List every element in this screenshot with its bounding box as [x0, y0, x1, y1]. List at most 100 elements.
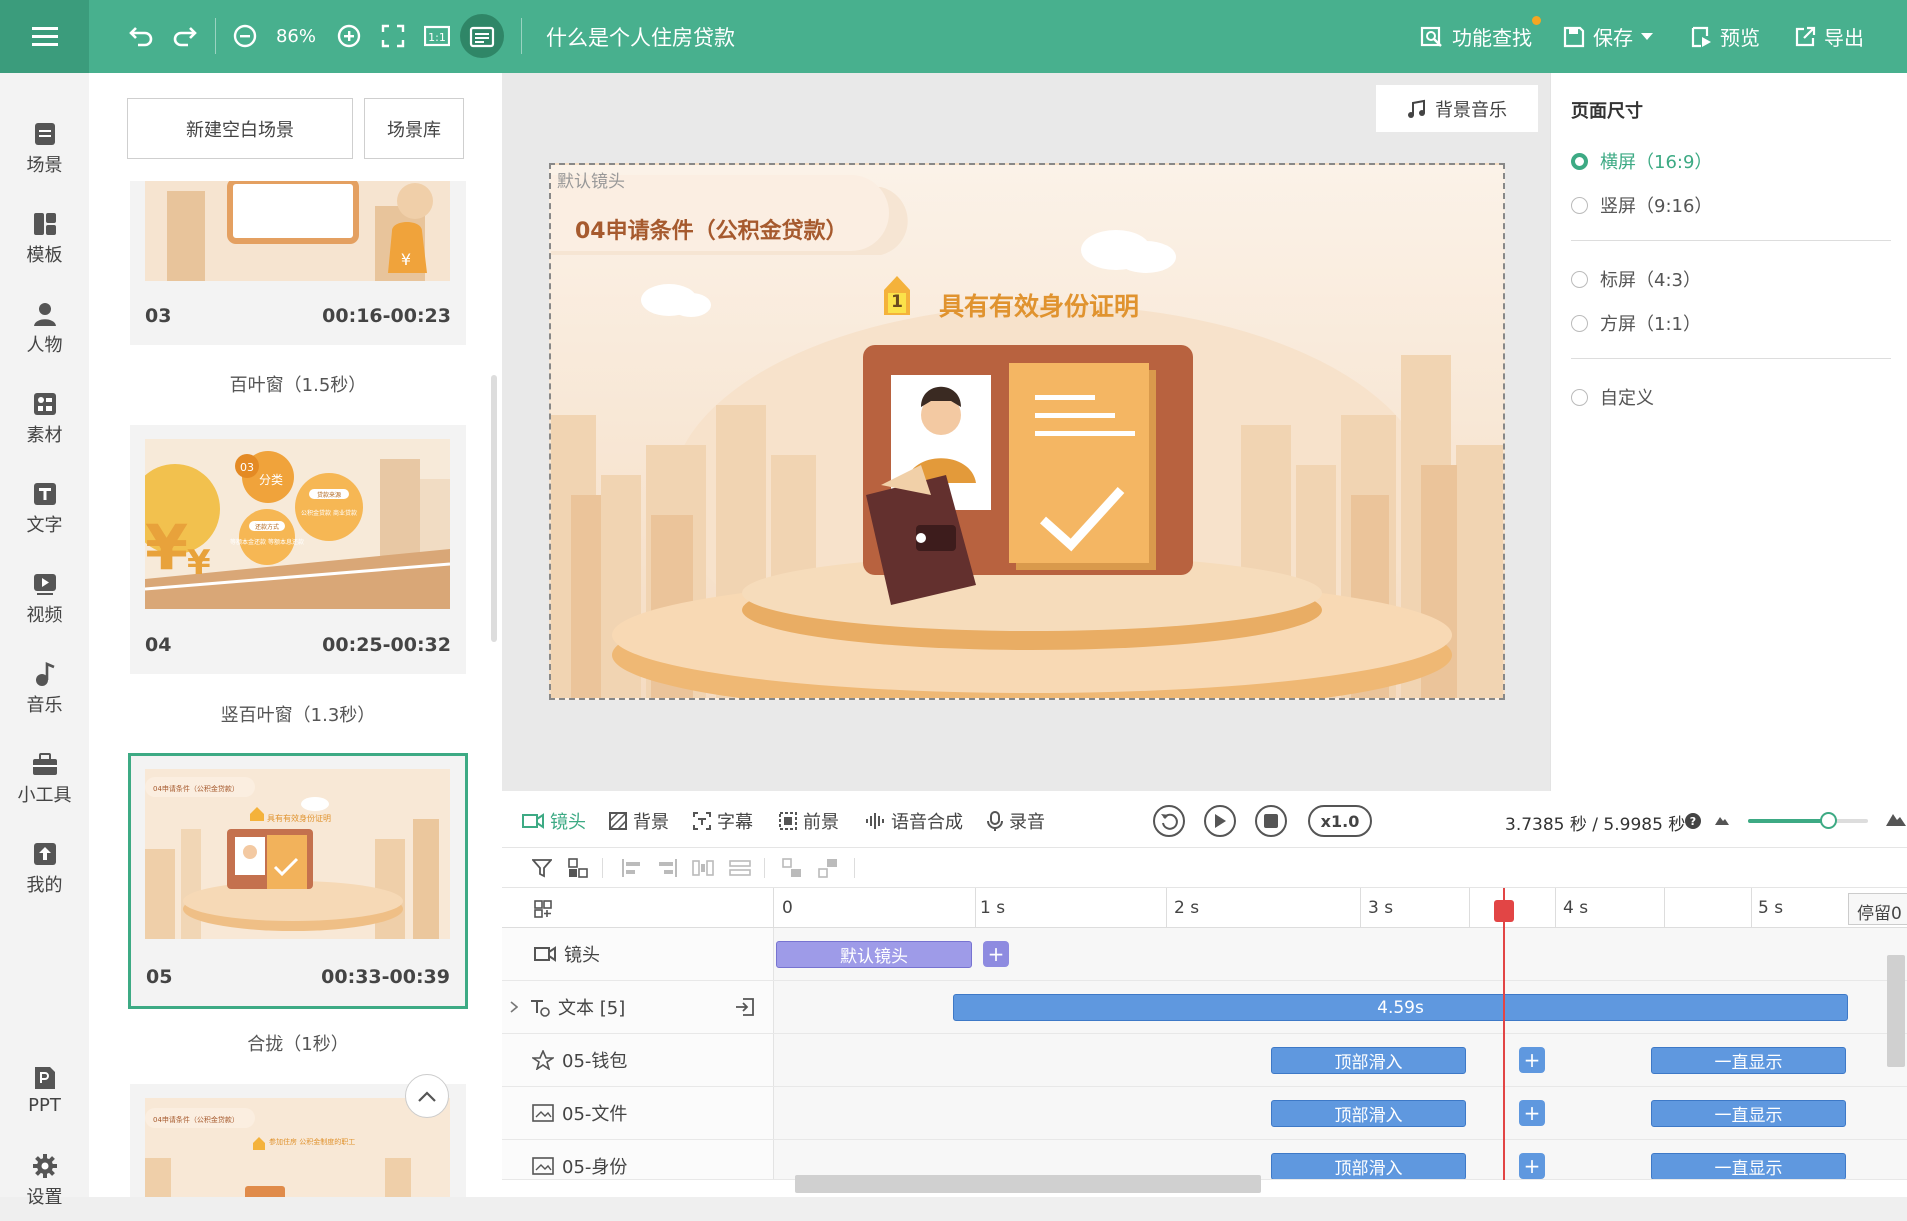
- scene-time-range: 00:25-00:32: [322, 634, 451, 656]
- redo-button[interactable]: [168, 18, 202, 54]
- nav-item-video[interactable]: 视频: [0, 559, 89, 639]
- replay-button[interactable]: [1153, 805, 1185, 837]
- move-up-icon[interactable]: [782, 858, 802, 878]
- caret-down-icon: [1641, 32, 1653, 40]
- subtitle-toggle-button[interactable]: [460, 14, 504, 58]
- distribute-h-icon[interactable]: [692, 858, 714, 878]
- scene-stage[interactable]: 默认镜头 04申请条件（公积金贷款） 1 具有有效身份证明: [549, 163, 1505, 700]
- nav-item-tools[interactable]: 小工具: [0, 739, 89, 819]
- zoom-large-mountain-icon[interactable]: [1886, 812, 1906, 826]
- timeline-zoom-slider[interactable]: [1748, 812, 1868, 829]
- move-down-icon[interactable]: [818, 858, 838, 878]
- playhead-handle[interactable]: [1494, 900, 1514, 922]
- waveform-icon: [866, 813, 884, 829]
- scene-subtitle-text[interactable]: 具有有效身份证明: [939, 287, 1139, 323]
- zoom-small-mountain-icon[interactable]: [1715, 815, 1729, 825]
- group-icon[interactable]: [568, 858, 588, 878]
- tab-tts[interactable]: 语音合成: [865, 808, 963, 834]
- tab-foreground[interactable]: 前景: [779, 808, 839, 834]
- timeline-vertical-scrollbar[interactable]: [1887, 955, 1905, 1067]
- music-note-icon: [1408, 99, 1425, 118]
- svg-text:公积金贷款 商业贷款: 公积金贷款 商业贷款: [301, 509, 357, 517]
- scene-transition[interactable]: 竖百叶窗（1.3秒）: [130, 701, 466, 727]
- stay-duration-label[interactable]: 停留0: [1848, 893, 1907, 925]
- chevron-right-icon[interactable]: [510, 1001, 518, 1013]
- feature-search-button[interactable]: 功能查找: [1420, 16, 1541, 51]
- fullscreen-button[interactable]: [376, 18, 410, 54]
- size-option-custom[interactable]: 自定义: [1571, 384, 1654, 410]
- size-option-square[interactable]: 方屏（1:1）: [1571, 310, 1701, 336]
- filter-icon[interactable]: [532, 858, 552, 878]
- size-option-portrait[interactable]: 竖屏（9:16）: [1571, 192, 1712, 218]
- nav-item-ppt[interactable]: PPT: [0, 1051, 89, 1131]
- zoom-in-button[interactable]: [332, 18, 366, 54]
- time-ruler[interactable]: 0 1 s 2 s 3 s 4 s 5 s 停留0: [502, 888, 1907, 928]
- play-button[interactable]: [1204, 805, 1236, 837]
- scroll-to-top-button[interactable]: [405, 1074, 449, 1118]
- scene-card-03[interactable]: ¥ 03 00:16-00:23: [130, 181, 466, 345]
- nav-item-label: 人物: [26, 334, 63, 356]
- nav-item-music[interactable]: 音乐: [0, 649, 89, 729]
- scene-title-text[interactable]: 04申请条件（公积金贷款）: [575, 213, 848, 245]
- zoom-out-button[interactable]: [228, 18, 262, 54]
- animation-clip-slide-in[interactable]: 顶部滑入: [1271, 1100, 1466, 1127]
- playhead-line[interactable]: [1503, 888, 1505, 1180]
- animation-clip-slide-in[interactable]: 顶部滑入: [1271, 1047, 1466, 1074]
- nav-item-material[interactable]: 素材: [0, 379, 89, 459]
- align-left-icon[interactable]: [622, 858, 642, 878]
- caption-icon: [693, 812, 711, 830]
- add-camera-button[interactable]: +: [983, 941, 1009, 967]
- slider-handle[interactable]: [1820, 812, 1837, 829]
- timeline-horizontal-scrollbar[interactable]: [795, 1175, 1261, 1193]
- music-icon: [35, 661, 55, 686]
- tab-subtitle[interactable]: 字幕: [693, 808, 753, 834]
- scene-library-button[interactable]: 场景库: [364, 98, 464, 159]
- stop-button[interactable]: [1255, 805, 1287, 837]
- nav-item-text[interactable]: 文字: [0, 469, 89, 549]
- import-icon[interactable]: [735, 997, 755, 1017]
- text-clip[interactable]: 4.59s: [953, 994, 1848, 1021]
- size-option-landscape[interactable]: 横屏（16:9）: [1571, 148, 1712, 174]
- size-option-standard[interactable]: 标屏（4:3）: [1571, 266, 1701, 292]
- playback-speed-button[interactable]: x1.0: [1308, 805, 1372, 837]
- track-label: 05-钱包: [502, 1034, 774, 1086]
- help-icon[interactable]: ?: [1685, 813, 1701, 829]
- tab-camera[interactable]: 镜头: [522, 808, 586, 834]
- add-animation-button[interactable]: +: [1519, 1100, 1545, 1126]
- material-icon: [33, 392, 56, 415]
- nav-item-scene[interactable]: 场景: [0, 109, 89, 189]
- menu-button[interactable]: [0, 0, 89, 73]
- animation-clip-always-show[interactable]: 一直显示: [1651, 1100, 1846, 1127]
- align-right-icon[interactable]: [657, 858, 677, 878]
- nav-item-template[interactable]: 模板: [0, 199, 89, 279]
- export-button[interactable]: 导出: [1794, 22, 1864, 51]
- animation-clip-always-show[interactable]: 一直显示: [1651, 1153, 1846, 1179]
- background-music-button[interactable]: 背景音乐: [1376, 85, 1538, 132]
- toolbox-icon: [32, 752, 57, 775]
- scene-card-05[interactable]: 04申请条件（公积金贷款） 具有有效身份证明 05 00:33-00:39: [128, 753, 468, 1009]
- save-button[interactable]: 保存: [1563, 22, 1653, 51]
- panel-scrollbar[interactable]: [491, 375, 497, 642]
- camera-clip[interactable]: 默认镜头: [776, 941, 972, 968]
- scene-card-04[interactable]: ¥ ¥ 03 分类 贷款来源 公积金贷款 商业贷款 还款方式 等额本金还款 等额…: [130, 425, 466, 674]
- nav-item-settings[interactable]: 设置: [0, 1141, 89, 1221]
- track-layout-icon[interactable]: [534, 900, 552, 918]
- scene-transition[interactable]: 合拢（1秒）: [130, 1030, 466, 1056]
- scene-transition[interactable]: 百叶窗（1.5秒）: [130, 371, 466, 397]
- preview-button[interactable]: 预览: [1690, 22, 1760, 51]
- undo-button[interactable]: [124, 18, 158, 54]
- distribute-v-icon[interactable]: [729, 858, 751, 878]
- new-blank-scene-button[interactable]: 新建空白场景: [127, 98, 353, 159]
- scene-time-range: 00:16-00:23: [322, 305, 451, 327]
- tab-background[interactable]: 背景: [609, 808, 669, 834]
- add-animation-button[interactable]: +: [1519, 1153, 1545, 1179]
- animation-clip-slide-in[interactable]: 顶部滑入: [1271, 1153, 1466, 1179]
- tab-record[interactable]: 录音: [987, 808, 1045, 834]
- nav-item-character[interactable]: 人物: [0, 289, 89, 369]
- actual-size-button[interactable]: 1:1: [420, 18, 454, 54]
- zoom-out-icon: [233, 24, 257, 48]
- scene-number: 04: [145, 634, 172, 656]
- animation-clip-always-show[interactable]: 一直显示: [1651, 1047, 1846, 1074]
- add-animation-button[interactable]: +: [1519, 1047, 1545, 1073]
- nav-item-mine[interactable]: 我的: [0, 829, 89, 909]
